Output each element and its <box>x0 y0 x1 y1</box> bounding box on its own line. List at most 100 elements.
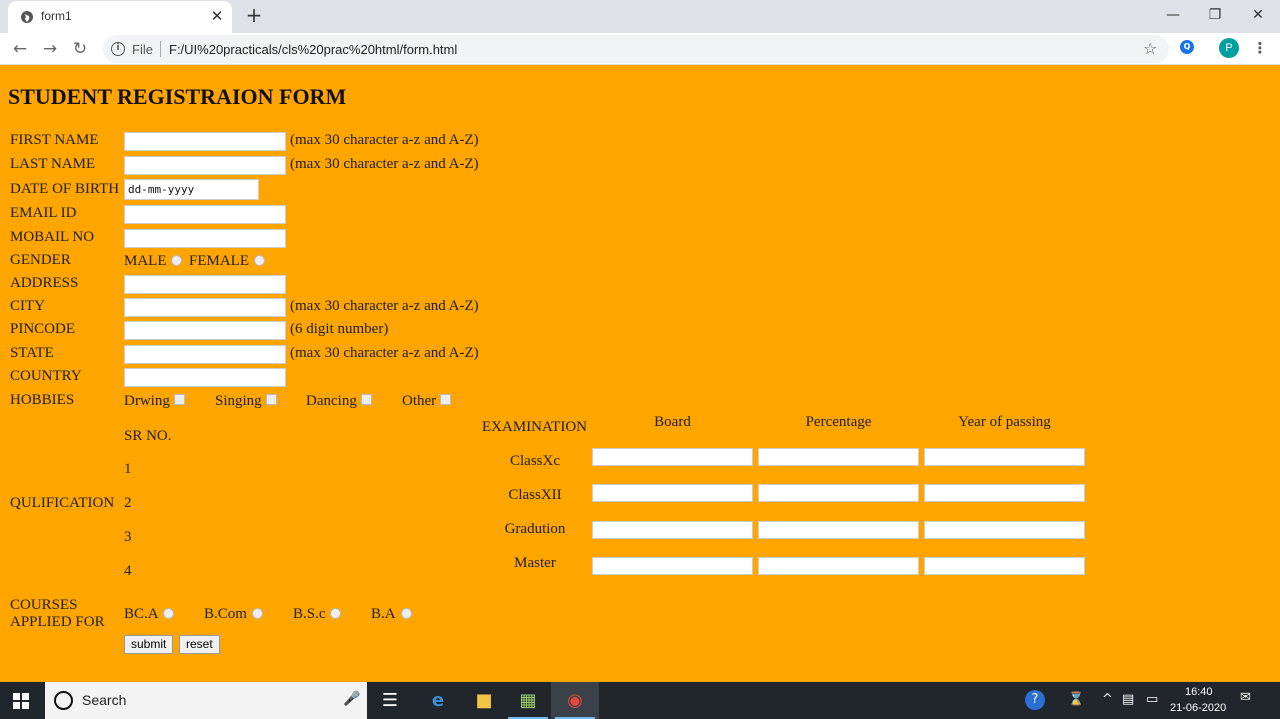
qualification-label: QULIFICATION <box>10 495 115 511</box>
address-label: ADDRESS <box>10 275 79 291</box>
profile-avatar[interactable]: P <box>1219 38 1239 58</box>
percentage-header: Percentage <box>805 414 872 430</box>
mobile-label: MOBAIL NO <box>10 229 95 245</box>
url-text[interactable]: F:/UI%20practicals/cls%20prac%20html/for… <box>169 42 457 57</box>
pincode-input[interactable] <box>124 321 286 340</box>
help-icon[interactable]: ? <box>1025 690 1045 710</box>
gender-label: GENDER <box>10 252 71 268</box>
url-scheme: File <box>132 42 153 57</box>
notepad-icon[interactable]: ▦ <box>504 682 552 719</box>
graduation-board-input[interactable] <box>592 521 753 539</box>
close-icon[interactable]: ✕ <box>1238 2 1278 28</box>
state-label: STATE <box>10 345 54 361</box>
mobile-input[interactable] <box>124 229 286 248</box>
course-ba-radio[interactable] <box>401 608 412 619</box>
master-year-input[interactable] <box>924 557 1085 575</box>
reload-icon[interactable]: ↻ <box>68 37 92 61</box>
course-bsc-radio[interactable] <box>330 608 341 619</box>
hobby-other-checkbox[interactable] <box>440 394 451 405</box>
page-title: STUDENT REGISTRAION FORM <box>8 84 347 109</box>
task-view-icon[interactable]: ☰ <box>366 682 414 719</box>
graduation-year-input[interactable] <box>924 521 1085 539</box>
dob-input[interactable]: dd-mm-yyyy <box>124 179 259 200</box>
forward-arrow-icon[interactable]: → <box>38 37 62 61</box>
class-x-board-input[interactable] <box>592 448 753 466</box>
notifications-icon[interactable]: ✉ <box>1240 690 1251 705</box>
sr-no-4: 4 <box>124 563 132 579</box>
browser-tab[interactable]: form1 ✕ <box>8 1 232 33</box>
reset-button[interactable]: reset <box>179 635 220 654</box>
courses-label-line2: APPLIED FOR <box>10 614 105 630</box>
hobby-singing-checkbox[interactable] <box>266 394 277 405</box>
exam-class-xii: ClassXII <box>508 487 562 503</box>
class-xii-percentage-input[interactable] <box>758 484 919 502</box>
battery-icon[interactable]: ▭ <box>1146 692 1158 707</box>
extension-icon[interactable]: Q <box>1180 40 1194 54</box>
state-hint: (max 30 character a-z and A-Z) <box>290 345 479 361</box>
course-bcom-radio[interactable] <box>252 608 263 619</box>
first-name-input[interactable] <box>124 132 286 151</box>
microphone-icon[interactable]: 🎤 <box>343 691 360 707</box>
tray-chevron-icon[interactable]: ^ <box>1102 692 1113 707</box>
master-percentage-input[interactable] <box>758 557 919 575</box>
file-explorer-icon[interactable]: ■ <box>460 682 508 719</box>
restore-icon[interactable]: ❐ <box>1195 2 1235 28</box>
clock-time[interactable]: 16:40 <box>1185 686 1213 698</box>
board-header: Board <box>654 414 691 430</box>
info-icon[interactable]: i <box>111 42 125 56</box>
last-name-input[interactable] <box>124 156 286 175</box>
course-bca-radio[interactable] <box>163 608 174 619</box>
back-arrow-icon[interactable]: ← <box>8 37 32 61</box>
pincode-label: PINCODE <box>10 321 76 337</box>
year-of-passing-header: Year of passing <box>958 414 1051 430</box>
hobby-drawing-label: Drwing <box>124 393 170 409</box>
address-bar[interactable]: i File F:/UI%20practicals/cls%20prac%20h… <box>103 35 1169 63</box>
class-xii-board-input[interactable] <box>592 484 753 502</box>
course-ba-label: B.A <box>371 606 396 622</box>
tab-title: form1 <box>41 9 72 23</box>
gender-female-radio[interactable] <box>254 255 265 266</box>
minimize-icon[interactable]: — <box>1153 2 1193 28</box>
tab-close-icon[interactable]: ✕ <box>208 7 226 25</box>
gender-male-radio[interactable] <box>171 255 182 266</box>
exam-class-x: ClassXc <box>510 453 560 469</box>
first-name-label: FIRST NAME <box>10 132 99 148</box>
courses-label-line1: COURSES <box>10 597 78 613</box>
menu-dots-icon[interactable]: ⋮ <box>1252 38 1268 58</box>
submit-button[interactable]: submit <box>124 635 174 654</box>
pincode-hint: (6 digit number) <box>290 321 389 337</box>
course-bsc-label: B.S.c <box>293 606 326 622</box>
network-icon[interactable]: ▤ <box>1122 692 1134 707</box>
cortana-icon <box>54 691 73 710</box>
chrome-icon[interactable]: ◉ <box>551 682 599 719</box>
new-tab-button[interactable]: + <box>243 4 265 26</box>
class-xii-year-input[interactable] <box>924 484 1085 502</box>
exam-graduation: Gradution <box>504 521 566 537</box>
master-board-input[interactable] <box>592 557 753 575</box>
country-input[interactable] <box>124 368 286 387</box>
city-hint: (max 30 character a-z and A-Z) <box>290 298 479 314</box>
hobby-dancing-checkbox[interactable] <box>361 394 372 405</box>
taskbar-search[interactable]: Search 🎤 <box>45 682 367 719</box>
gender-male-label: MALE <box>124 253 167 269</box>
class-x-percentage-input[interactable] <box>758 448 919 466</box>
people-icon[interactable]: ⌛ <box>1068 692 1084 707</box>
globe-icon <box>21 11 33 23</box>
url-divider <box>160 41 161 57</box>
search-placeholder: Search <box>82 692 127 708</box>
city-input[interactable] <box>124 298 286 317</box>
star-icon[interactable]: ☆ <box>1143 39 1157 58</box>
country-label: COUNTRY <box>10 368 82 384</box>
sr-no-1: 1 <box>124 461 132 477</box>
state-input[interactable] <box>124 345 286 364</box>
browser-toolbar: ← → ↻ i File F:/UI%20practicals/cls%20pr… <box>0 33 1280 65</box>
exam-master: Master <box>514 555 556 571</box>
class-x-year-input[interactable] <box>924 448 1085 466</box>
clock-date[interactable]: 21-06-2020 <box>1170 702 1226 714</box>
hobby-drawing-checkbox[interactable] <box>174 394 185 405</box>
windows-start-icon[interactable] <box>13 693 29 709</box>
address-input[interactable] <box>124 275 286 294</box>
graduation-percentage-input[interactable] <box>758 521 919 539</box>
edge-icon[interactable]: e <box>414 682 462 719</box>
email-input[interactable] <box>124 205 286 224</box>
